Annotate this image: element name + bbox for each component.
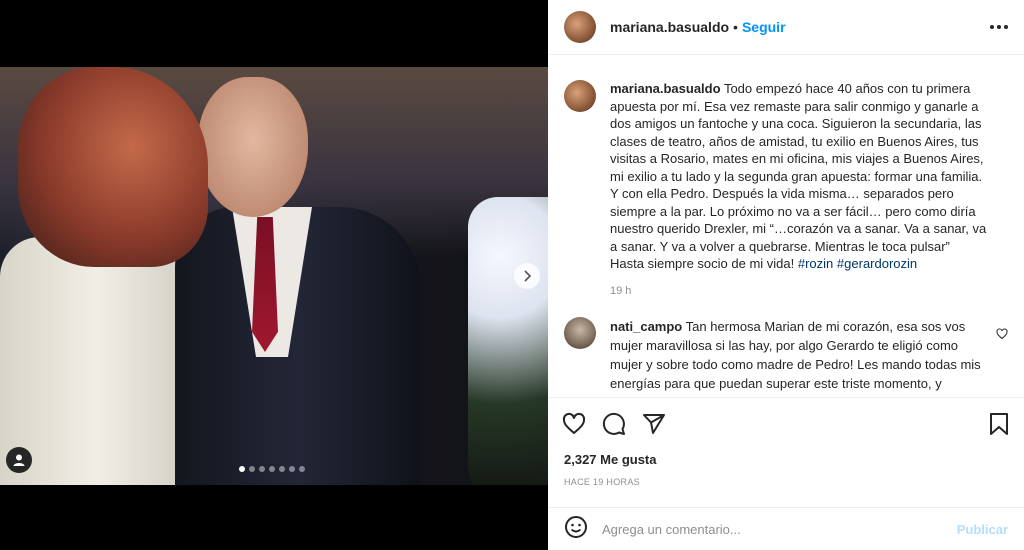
post-timestamp[interactable]: HACE 19 HORAS [564,477,640,487]
carousel-dot [269,466,275,472]
hashtag-link[interactable]: #gerardorozin [837,256,917,271]
comment-username[interactable]: nati_campo [610,319,682,334]
carousel-next-button[interactable] [514,263,540,289]
carousel-dot [239,466,245,472]
share-icon [643,413,665,434]
like-button[interactable] [562,412,586,436]
comment-item: nati_campo Tan hermosa Marian de mi cora… [564,316,1008,393]
post-side-panel: mariana.basualdo • Seguir mariana.basual… [548,0,1024,550]
comment-input[interactable] [602,521,957,537]
heart-icon [562,412,586,434]
avatar[interactable] [564,316,596,349]
likes-count[interactable]: 2,327 Me gusta [564,452,657,467]
heart-icon[interactable] [996,327,1008,345]
carousel-dot [289,466,295,472]
carousel-indicator [239,466,305,472]
caption-timestamp[interactable]: 19 h [610,285,1008,297]
comments-section[interactable]: mariana.basualdo Todo empezó hace 40 año… [548,56,1024,397]
emoji-button[interactable] [564,515,588,544]
bride-hair [18,67,208,267]
hashtag-link[interactable]: #rozin [798,256,833,271]
post-photo[interactable] [0,67,548,485]
caption-last-line: Hasta siempre socio de mi vida! [610,256,795,271]
carousel-dot [259,466,265,472]
flower-bouquet [468,197,548,485]
post-actions [548,397,1024,449]
post-header: mariana.basualdo • Seguir [548,0,1024,55]
post-media [0,0,548,550]
publish-button[interactable]: Publicar [957,522,1008,537]
emoji-icon [565,515,587,538]
carousel-dot [279,466,285,472]
more-options-icon[interactable] [990,25,1008,29]
header-separator: • [733,19,738,35]
groom-face [198,77,308,217]
comment-icon [602,412,625,435]
carousel-dot [249,466,255,472]
save-button[interactable] [988,412,1010,436]
chevron-right-icon [524,270,532,282]
avatar[interactable] [564,11,596,43]
post-caption: mariana.basualdo Todo empezó hace 40 año… [564,80,1008,273]
share-button[interactable] [642,412,666,436]
follow-button[interactable]: Seguir [742,19,786,35]
tagged-users-button[interactable] [6,447,32,473]
comment-button[interactable] [602,412,626,436]
header-username[interactable]: mariana.basualdo [610,19,729,35]
bookmark-icon [990,412,1008,435]
user-tag-icon [13,454,25,466]
add-comment-bar: Publicar [548,507,1024,550]
avatar[interactable] [564,80,596,112]
carousel-dot [299,466,305,472]
caption-text: Todo empezó hace 40 años con tu primera … [610,81,987,254]
caption-username[interactable]: mariana.basualdo [610,81,721,96]
